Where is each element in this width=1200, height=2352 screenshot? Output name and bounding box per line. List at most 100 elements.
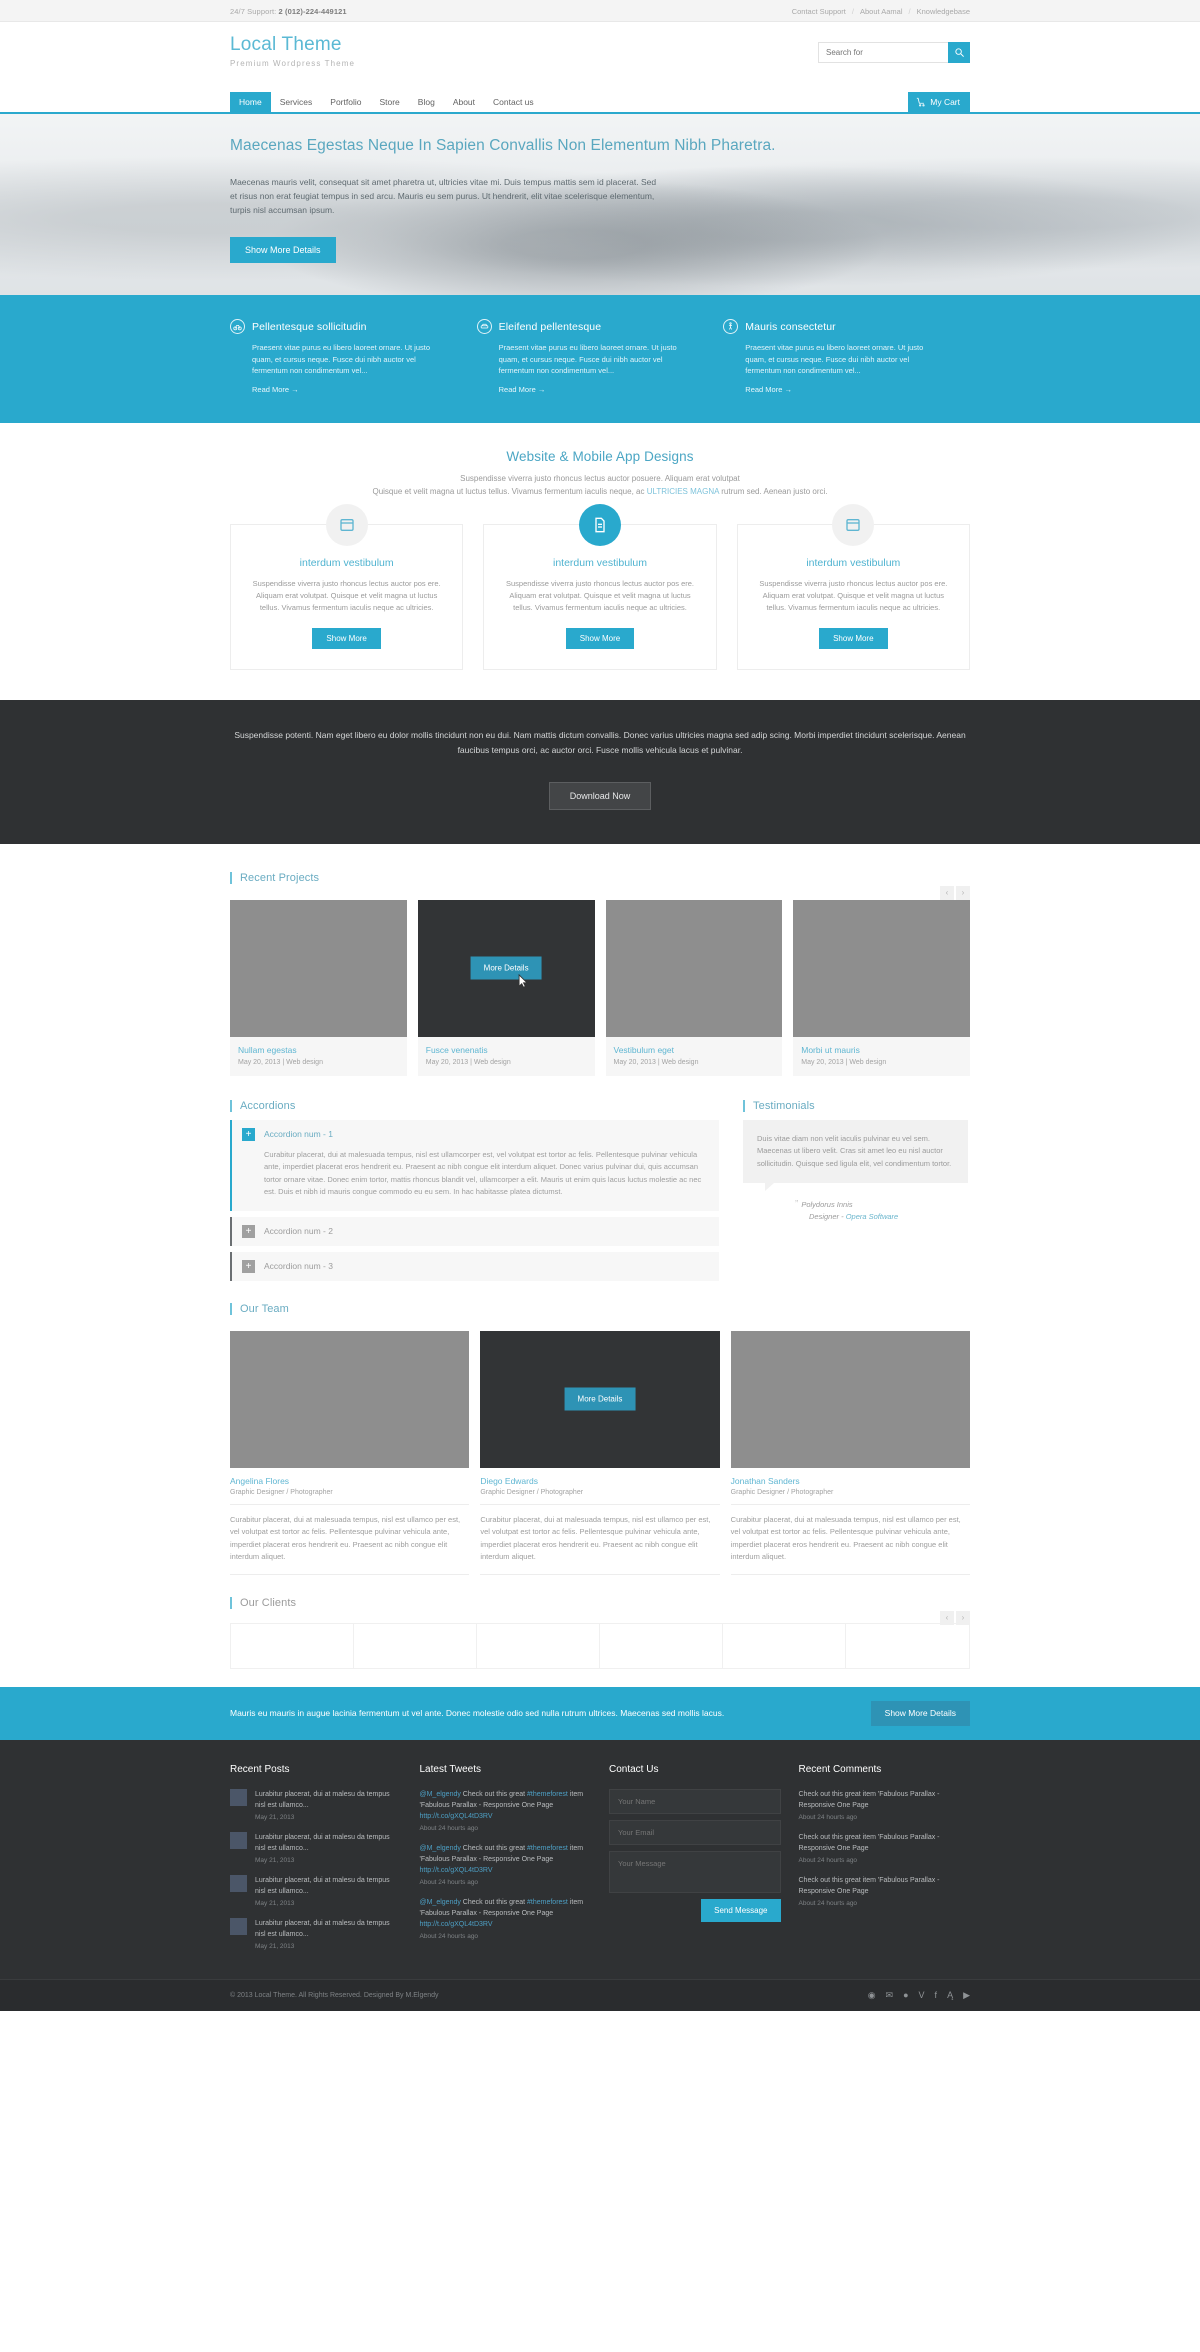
tweet-handle[interactable]: @M_elgendy — [420, 1845, 461, 1852]
member-name[interactable]: Angelina Flores — [230, 1476, 469, 1486]
project-title[interactable]: Morbi ut mauris — [801, 1045, 962, 1055]
accordion-header[interactable]: + Accordion num - 3 — [232, 1252, 719, 1281]
dribbble-icon[interactable]: ● — [903, 1990, 908, 2000]
tweet-link[interactable]: http://t.co/gXQL4tD3RV — [420, 1813, 493, 1820]
member-more-details-button[interactable]: More Details — [564, 1387, 636, 1411]
search-button[interactable] — [948, 42, 970, 63]
client-logo-cell[interactable] — [231, 1623, 354, 1668]
send-message-button[interactable]: Send Message — [701, 1898, 781, 1922]
service-show-more-button[interactable]: Show More — [312, 627, 381, 649]
feature-title: Mauris consectetur — [745, 320, 836, 333]
link-contact-support[interactable]: Contact Support — [792, 7, 846, 16]
footer-contact-form: Contact Us Send Message — [609, 1764, 781, 1961]
accordion-title: Accordion num - 3 — [264, 1261, 333, 1271]
youtube-icon[interactable]: ▶ — [963, 1990, 970, 2001]
accordion-item[interactable]: + Accordion num - 1 Curabitur placerat, … — [230, 1119, 719, 1211]
link-knowledgebase[interactable]: Knowledgebase — [917, 7, 970, 16]
tweet-hashtag[interactable]: #themeforest — [527, 1845, 568, 1852]
client-logo-cell[interactable] — [846, 1624, 969, 1668]
client-logo-cell[interactable] — [354, 1623, 477, 1668]
member-photo[interactable]: More Details — [480, 1330, 720, 1468]
clients-prev-arrow[interactable]: ‹ — [940, 1610, 954, 1625]
vimeo-icon[interactable]: V — [919, 1990, 925, 2000]
member-photo[interactable] — [730, 1330, 970, 1468]
service-show-more-button[interactable]: Show More — [565, 627, 635, 649]
footer-post-item[interactable]: Lurabitur placerat, dui at malesu da tem… — [230, 1874, 402, 1907]
rss-icon[interactable]: ◉ — [868, 1990, 876, 2001]
nav-item-contact-us[interactable]: Contact us — [484, 92, 543, 112]
tweet-link[interactable]: http://t.co/gXQL4tD3RV — [420, 1867, 493, 1874]
project-card[interactable]: More Details Fusce venenatis May 20, 201… — [417, 899, 595, 1076]
projects-next-arrow[interactable]: › — [956, 885, 970, 900]
nav-item-store[interactable]: Store — [370, 92, 408, 112]
feature-read-more[interactable]: Read More → — [499, 385, 546, 394]
my-cart-button[interactable]: My Cart — [908, 92, 970, 112]
behance-icon[interactable]: Ą — [947, 1990, 953, 2000]
project-thumbnail[interactable] — [793, 899, 970, 1037]
twitter-icon[interactable]: ✉ — [886, 1990, 894, 2001]
project-thumbnail[interactable]: More Details — [417, 899, 595, 1037]
separator: / — [851, 6, 854, 16]
client-logo-cell[interactable] — [477, 1623, 600, 1668]
nav-item-home[interactable]: Home — [230, 92, 271, 112]
clients-next-arrow[interactable]: › — [956, 1610, 970, 1625]
ultricies-magna-link[interactable]: ULTRICIES MAGNA — [647, 487, 719, 496]
accordion-header[interactable]: + Accordion num - 1 — [232, 1120, 719, 1149]
project-card[interactable]: Vestibulum eget May 20, 2013 | Web desig… — [605, 899, 783, 1076]
sub-text-b: rutrum sed. Aenean justo orci. — [719, 486, 828, 496]
facebook-icon[interactable]: f — [935, 1990, 938, 2000]
comment-item[interactable]: Check out this great item 'Fabulous Para… — [799, 1789, 971, 1821]
client-logo-cell[interactable] — [600, 1623, 723, 1668]
hero-slider: Maecenas Egestas Neque In Sapien Convall… — [0, 114, 1200, 295]
member-name[interactable]: Jonathan Sanders — [731, 1476, 970, 1486]
download-now-button[interactable]: Download Now — [548, 781, 652, 810]
search-input[interactable] — [818, 42, 948, 63]
comment-item[interactable]: Check out this great item 'Fabulous Para… — [799, 1875, 971, 1907]
client-logo-cell[interactable] — [723, 1623, 846, 1668]
tweet-hashtag[interactable]: #themeforest — [527, 1899, 568, 1906]
project-title[interactable]: Vestibulum eget — [614, 1045, 775, 1055]
feature-read-more[interactable]: Read More → — [252, 385, 299, 394]
project-card[interactable]: Morbi ut mauris May 20, 2013 | Web desig… — [793, 899, 970, 1076]
contact-email-input[interactable] — [609, 1819, 781, 1845]
tweet-hashtag[interactable]: #themeforest — [527, 1791, 568, 1798]
link-about-aamal[interactable]: About Aamal — [860, 7, 903, 16]
nav-item-blog[interactable]: Blog — [409, 92, 444, 112]
site-logo[interactable]: Local Theme Premium Wordpress Theme — [230, 35, 355, 69]
blue-cta-button[interactable]: Show More Details — [870, 1700, 970, 1726]
project-title[interactable]: Fusce venenatis — [426, 1045, 587, 1055]
accordion-item[interactable]: + Accordion num - 2 — [230, 1216, 719, 1246]
feature-read-more[interactable]: Read More → — [745, 385, 792, 394]
contact-message-input[interactable] — [609, 1850, 781, 1893]
projects-prev-arrow[interactable]: ‹ — [940, 885, 954, 900]
nav-item-about[interactable]: About — [444, 92, 484, 112]
accordion-header[interactable]: + Accordion num - 2 — [232, 1217, 719, 1246]
post-text: Lurabitur placerat, dui at malesu da tem… — [255, 1919, 390, 1938]
project-card[interactable]: Nullam egestas May 20, 2013 | Web design — [230, 899, 407, 1076]
testimonial-company-link[interactable]: Opera Software — [846, 1212, 899, 1221]
tweet-handle[interactable]: @M_elgendy — [420, 1791, 461, 1798]
project-more-details-button[interactable]: More Details — [470, 956, 542, 980]
project-thumbnail[interactable] — [605, 899, 783, 1037]
hero-cta-button[interactable]: Show More Details — [230, 237, 336, 263]
member-role: Graphic Designer / Photographer — [230, 1489, 470, 1505]
tweet-handle[interactable]: @M_elgendy — [420, 1899, 461, 1906]
comment-item[interactable]: Check out this great item 'Fabulous Para… — [799, 1832, 971, 1864]
contact-name-input[interactable] — [609, 1788, 781, 1814]
member-name[interactable]: Diego Edwards — [480, 1476, 719, 1486]
accordion-item[interactable]: + Accordion num - 3 — [230, 1251, 719, 1281]
footer-heading: Recent Comments — [798, 1763, 882, 1775]
footer-post-item[interactable]: Lurabitur placerat, dui at malesu da tem… — [230, 1788, 402, 1821]
footer-post-item[interactable]: Lurabitur placerat, dui at malesu da tem… — [230, 1831, 402, 1864]
member-photo[interactable] — [230, 1330, 470, 1468]
footer-post-item[interactable]: Lurabitur placerat, dui at malesu da tem… — [230, 1917, 402, 1950]
service-show-more-button[interactable]: Show More — [819, 627, 888, 649]
project-thumbnail[interactable] — [230, 899, 407, 1037]
project-title[interactable]: Nullam egestas — [238, 1045, 399, 1055]
services-subtitle: Suspendisse viverra justo rhoncus lectus… — [230, 472, 970, 498]
footer-heading: Latest Tweets — [419, 1763, 482, 1775]
hero-title: Maecenas Egestas Neque In Sapien Convall… — [230, 137, 776, 154]
tweet-link[interactable]: http://t.co/gXQL4tD3RV — [420, 1921, 493, 1928]
nav-item-portfolio[interactable]: Portfolio — [321, 92, 370, 112]
nav-item-services[interactable]: Services — [271, 92, 322, 112]
